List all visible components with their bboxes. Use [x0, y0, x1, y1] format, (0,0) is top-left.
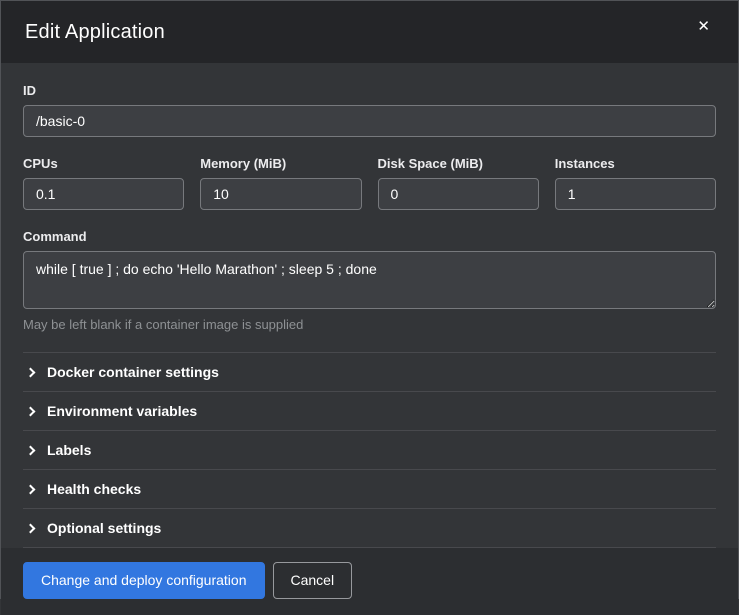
- accordion-optional-settings[interactable]: Optional settings: [23, 508, 716, 547]
- modal-body: ID CPUs Memory (MiB) Disk Space (MiB) In…: [1, 63, 738, 548]
- id-field-group: ID: [23, 83, 716, 137]
- cpus-field-group: CPUs: [23, 156, 184, 210]
- command-textarea[interactable]: while [ true ] ; do echo 'Hello Marathon…: [23, 251, 716, 309]
- accordion-label: Health checks: [47, 481, 141, 497]
- chevron-right-icon: [26, 406, 36, 416]
- id-label: ID: [23, 83, 716, 98]
- accordion-health-checks[interactable]: Health checks: [23, 469, 716, 508]
- close-icon[interactable]: ✕: [693, 15, 714, 38]
- accordion-label: Labels: [47, 442, 91, 458]
- chevron-right-icon: [26, 523, 36, 533]
- accordion-environment-variables[interactable]: Environment variables: [23, 391, 716, 430]
- accordion-label: Optional settings: [47, 520, 161, 536]
- cancel-button[interactable]: Cancel: [273, 562, 353, 599]
- cpus-label: CPUs: [23, 156, 184, 171]
- chevron-right-icon: [26, 445, 36, 455]
- memory-label: Memory (MiB): [200, 156, 361, 171]
- chevron-right-icon: [26, 484, 36, 494]
- accordion-sections: Docker container settings Environment va…: [23, 352, 716, 548]
- disk-field-group: Disk Space (MiB): [378, 156, 539, 210]
- chevron-right-icon: [26, 367, 36, 377]
- instances-field-group: Instances: [555, 156, 716, 210]
- accordion-label: Docker container settings: [47, 364, 219, 380]
- memory-input[interactable]: [200, 178, 361, 210]
- modal-footer: Change and deploy configuration Cancel: [1, 548, 738, 615]
- change-and-deploy-button[interactable]: Change and deploy configuration: [23, 562, 265, 599]
- instances-label: Instances: [555, 156, 716, 171]
- modal-title: Edit Application: [25, 21, 165, 44]
- command-help-text: May be left blank if a container image i…: [23, 317, 716, 332]
- memory-field-group: Memory (MiB): [200, 156, 361, 210]
- command-label: Command: [23, 229, 716, 244]
- resources-row: CPUs Memory (MiB) Disk Space (MiB) Insta…: [23, 156, 716, 210]
- accordion-labels[interactable]: Labels: [23, 430, 716, 469]
- disk-label: Disk Space (MiB): [378, 156, 539, 171]
- edit-application-modal: Edit Application ✕ ID CPUs Memory (MiB) …: [0, 0, 739, 599]
- disk-input[interactable]: [378, 178, 539, 210]
- instances-input[interactable]: [555, 178, 716, 210]
- cpus-input[interactable]: [23, 178, 184, 210]
- command-field-group: Command while [ true ] ; do echo 'Hello …: [23, 229, 716, 332]
- id-input[interactable]: [23, 105, 716, 137]
- accordion-label: Environment variables: [47, 403, 197, 419]
- modal-header: Edit Application ✕: [1, 1, 738, 63]
- accordion-docker-container-settings[interactable]: Docker container settings: [23, 352, 716, 391]
